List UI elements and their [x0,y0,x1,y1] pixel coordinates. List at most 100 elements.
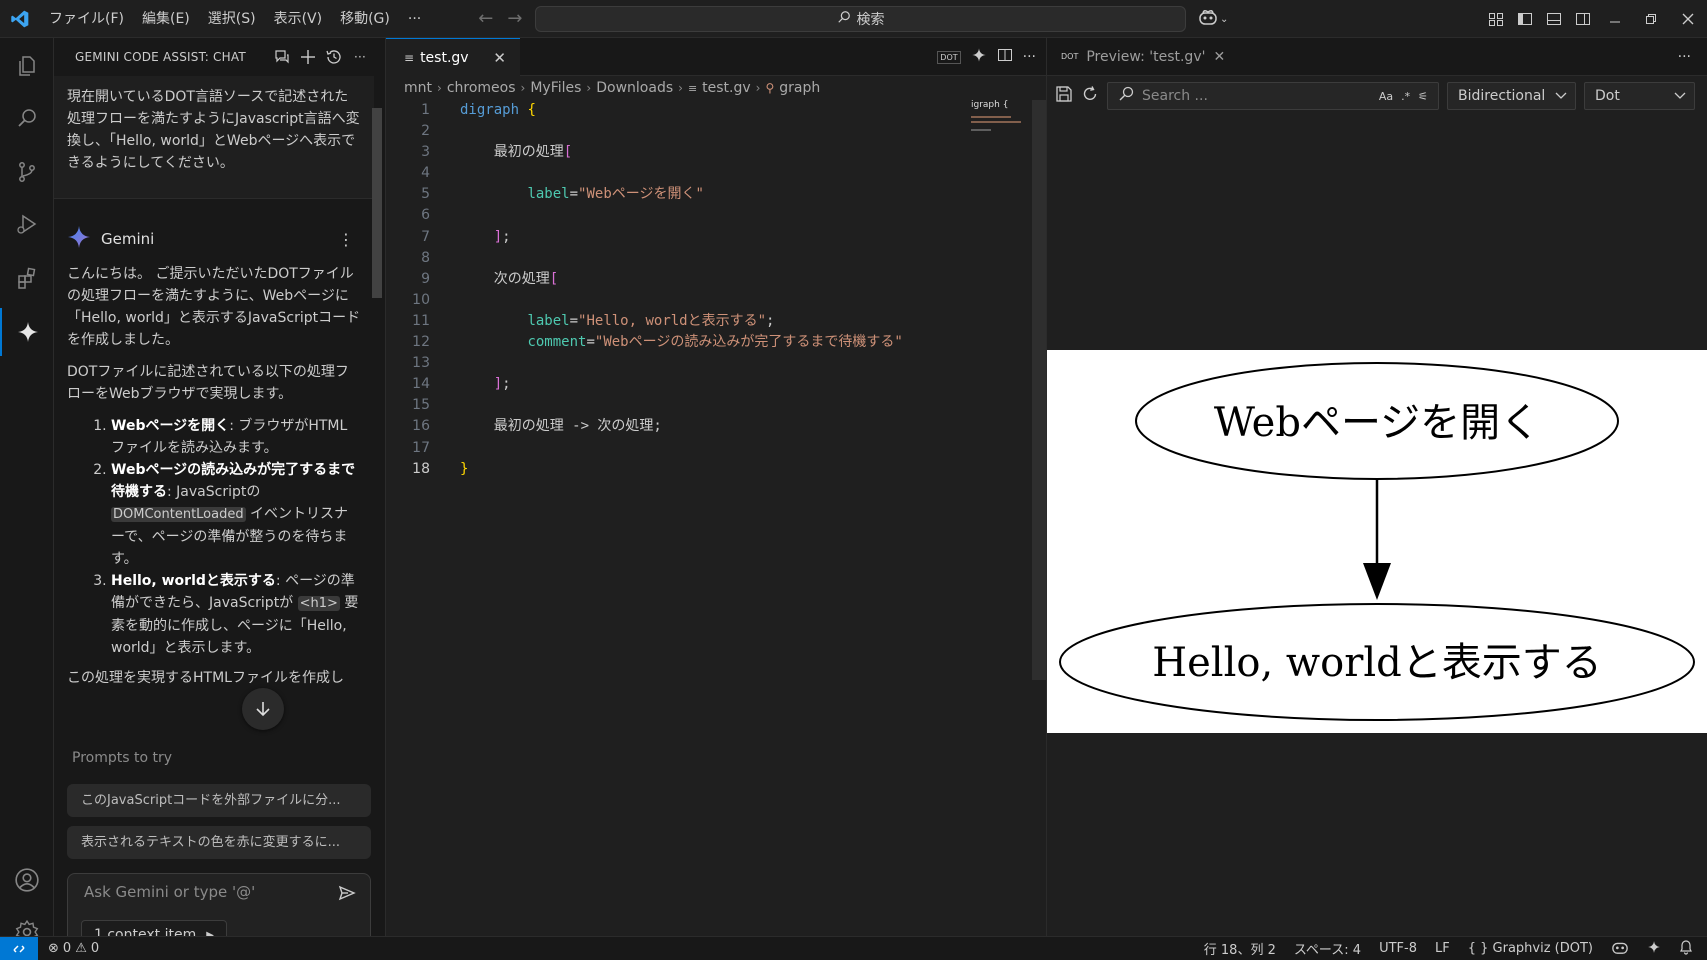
refresh-icon[interactable] [1081,85,1099,107]
suggested-prompt[interactable]: 表示されるテキストの色を赤に変更するに... [67,826,371,859]
breadcrumb-item[interactable]: mnt [404,80,432,96]
copilot-menu[interactable]: ⌄ [1198,8,1228,30]
explorer-icon[interactable] [0,42,54,90]
accounts-icon[interactable] [0,856,54,904]
restore-icon[interactable] [1633,0,1669,38]
remote-indicator[interactable] [0,936,38,960]
back-arrow-icon[interactable]: ← [478,8,493,29]
close-tab-icon[interactable]: ✕ [1213,49,1225,65]
send-icon[interactable] [338,884,356,906]
indentation[interactable]: スペース: 4 [1294,939,1361,958]
warning-icon: ⚠ [75,941,87,956]
chevron-right-icon: › [437,81,442,95]
minimap[interactable]: igraph { [971,100,1031,160]
tab-label: test.gv [420,49,469,66]
message-options-icon[interactable]: ⋮ [338,230,354,249]
code-token: "Webページを開く" [578,186,704,203]
gemini-icon[interactable] [0,308,54,356]
close-window-icon[interactable] [1669,0,1707,38]
gemini-status-icon[interactable] [1647,940,1661,958]
cursor-position[interactable]: 行 18、列 2 [1204,939,1276,958]
forward-arrow-icon[interactable]: → [507,8,522,29]
title-bar: ファイル(F) 編集(E) 選択(S) 表示(V) 移動(G) ··· ← → … [0,0,1707,38]
inline-code: DOMContentLoaded [111,507,246,522]
prompts-title: Prompts to try [72,750,173,766]
line-number: 13 [412,355,430,372]
code-token: label [527,312,570,329]
close-tab-icon[interactable]: ✕ [493,49,506,67]
end-of-line[interactable]: LF [1435,941,1450,956]
language-mode[interactable]: { } Graphviz (DOT) [1468,941,1593,956]
regex-toggle-icon[interactable]: .* [1401,90,1410,103]
breadcrumb: mnt › chromeos › MyFiles › Downloads › ≡… [386,76,1046,100]
step-title: Webページを開く [111,418,230,434]
code-token: digraph [460,102,520,118]
search-view-icon[interactable] [0,94,54,142]
step-item: Webページを開く: ブラウザがHTMLファイルを読み込みます。 [111,415,361,459]
save-icon[interactable] [1055,85,1073,107]
extensions-icon[interactable] [0,254,54,302]
gemini-action-icon[interactable] [971,47,987,67]
search-placeholder: Search ... [1142,88,1208,104]
notifications-bell-icon[interactable] [1679,939,1693,959]
toggle-secondary-sidebar-icon[interactable] [1568,0,1597,38]
command-center-search[interactable]: 検索 [535,6,1186,32]
history-icon[interactable] [325,48,343,66]
editor-scrollbar[interactable] [1032,100,1046,936]
customize-layout-icon[interactable] [1481,0,1510,38]
more-actions-icon[interactable]: ··· [351,48,369,66]
line-number: 9 [421,270,430,287]
source-control-icon[interactable] [0,148,54,196]
breadcrumb-item[interactable]: graph [779,80,820,96]
node-label: Hello, worldと表示する [1152,640,1602,686]
chat-input[interactable]: Ask Gemini or type '@' [84,883,255,901]
command-center-label: 検索 [856,12,885,28]
menu-bar: ファイル(F) 編集(E) 選択(S) 表示(V) 移動(G) ··· [40,0,430,38]
encoding[interactable]: UTF-8 [1379,941,1417,956]
scroll-to-bottom-button[interactable] [242,688,284,730]
menu-go[interactable]: 移動(G) [331,0,399,38]
split-editor-icon[interactable] [997,47,1013,67]
line-number: 6 [421,207,430,224]
chat-scrollbar[interactable] [372,108,382,298]
menu-selection[interactable]: 選択(S) [199,0,265,38]
code-token: 次の処理 [493,270,550,287]
toggle-panel-icon[interactable] [1539,0,1568,38]
graph-edge [1363,479,1391,600]
chat-history-icon[interactable] [273,48,291,66]
tab-preview[interactable]: DOT Preview: 'test.gv' ✕ [1047,38,1235,76]
match-case-toggle[interactable]: Aa [1379,90,1393,103]
breadcrumb-item[interactable]: MyFiles [530,80,581,96]
direction-select[interactable]: Bidirectional [1447,82,1576,110]
menu-view[interactable]: 表示(V) [265,0,332,38]
breadcrumb-item[interactable]: Downloads [596,80,673,96]
warning-count: 0 [90,941,100,956]
new-chat-icon[interactable] [299,48,317,66]
vscode-logo-icon [0,0,40,38]
more-actions-icon[interactable]: ··· [1678,49,1691,65]
menu-more[interactable]: ··· [399,0,430,38]
breadcrumb-item[interactable]: test.gv [702,80,751,96]
step-item: Hello, worldと表示する: ページの準備ができたら、JavaScrip… [111,570,361,659]
menu-file[interactable]: ファイル(F) [40,0,133,38]
run-debug-icon[interactable] [0,200,54,248]
menu-edit[interactable]: 編集(E) [133,0,199,38]
code-editor[interactable]: 1 digraph { 2 3 最初の処理[ 4 5 label="Webページを… [386,100,986,480]
toggle-primary-sidebar-icon[interactable] [1510,0,1539,38]
tab-test-gv[interactable]: ≡ test.gv ✕ [386,38,520,76]
preview-search-input[interactable]: Search ... Aa .* ⚟ [1107,82,1439,110]
minimize-icon[interactable] [1597,0,1633,38]
panel-title: GEMINI CODE ASSIST: CHAT [75,50,246,64]
filter-options-icon[interactable]: ⚟ [1418,90,1428,103]
graph-canvas[interactable]: Webページを開く Hello, worldと表示する [1047,350,1707,733]
graph-symbol-icon: ⚲ [765,81,775,95]
more-actions-icon[interactable]: ··· [1023,49,1036,65]
breadcrumb-item[interactable]: chromeos [447,80,516,96]
graph-node-next[interactable]: Hello, worldと表示する [1059,603,1695,721]
graph-node-start[interactable]: Webページを開く [1135,362,1619,480]
engine-select[interactable]: Dot [1584,82,1695,110]
problems-indicator[interactable]: ⊗ 0 ⚠ 0 [48,941,99,956]
copilot-status-icon[interactable] [1611,939,1629,959]
suggested-prompt[interactable]: このJavaScriptコードを外部ファイルに分... [67,784,371,817]
dot-preview-icon[interactable]: DOT [937,50,961,64]
